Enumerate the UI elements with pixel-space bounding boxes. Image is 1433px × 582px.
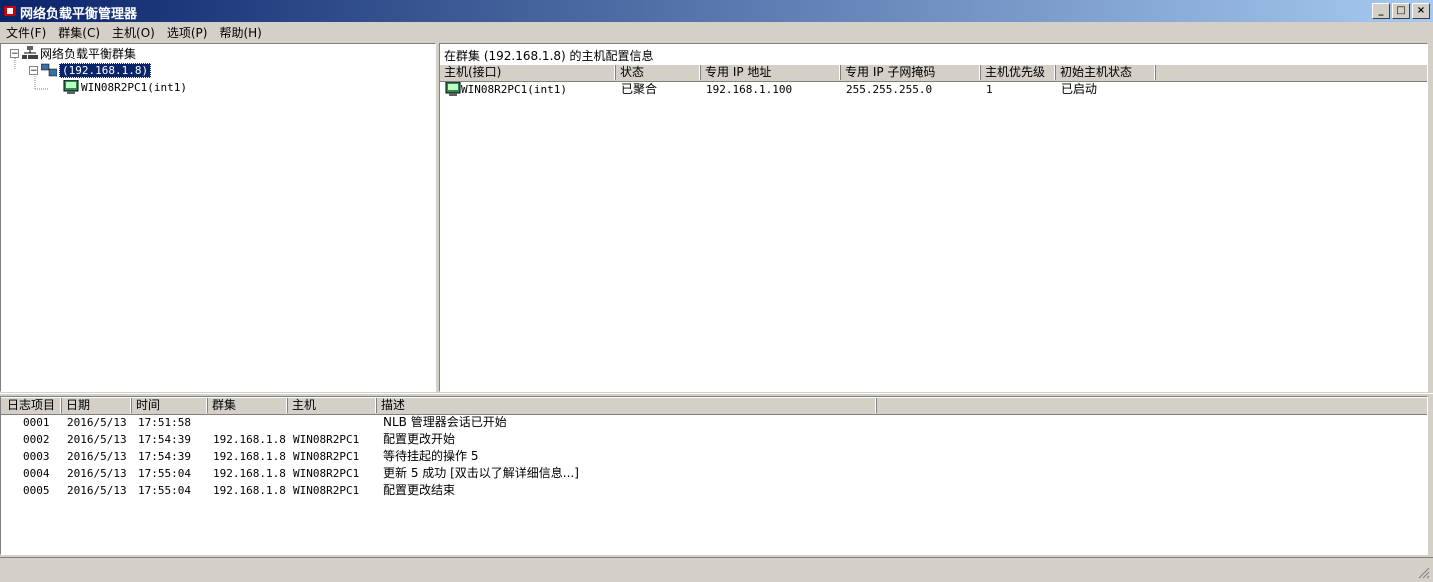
pane-splitter[interactable] xyxy=(0,393,1433,394)
menu-host[interactable]: 主机(O) xyxy=(106,22,161,42)
log-id: 0001 xyxy=(23,416,50,429)
collapse-icon[interactable]: − xyxy=(10,48,19,58)
log-time: 17:54:39 xyxy=(138,450,191,463)
cell-mask: 255.255.255.0 xyxy=(846,83,933,96)
log-date: 2016/5/13 xyxy=(67,467,127,480)
minimize-button[interactable]: _ xyxy=(1372,3,1390,19)
menu-file[interactable]: 文件(F) xyxy=(0,22,52,42)
host-computer-icon xyxy=(445,82,461,96)
nlb-app-icon xyxy=(4,6,16,16)
col-log-id[interactable]: 日志项目 xyxy=(3,398,62,413)
cell-ip: 192.168.1.100 xyxy=(706,83,793,96)
col-log-time[interactable]: 时间 xyxy=(132,398,208,413)
log-time: 17:55:04 xyxy=(138,484,191,497)
tree-cluster-item[interactable]: − (192.168.1.8) xyxy=(29,62,152,78)
cell-priority: 1 xyxy=(986,83,993,96)
close-button[interactable]: × xyxy=(1412,3,1430,19)
col-log-desc[interactable]: 描述 xyxy=(377,398,877,413)
log-date: 2016/5/13 xyxy=(67,433,127,446)
cluster-tree-pane[interactable]: − 网络负载平衡群集 − (192.168.1.8) WIN08R2PC1(in… xyxy=(0,43,436,392)
col-subnet-mask[interactable]: 专用 IP 子网掩码 xyxy=(841,65,981,80)
menu-bar: 文件(F) 群集(C) 主机(O) 选项(P) 帮助(H) xyxy=(0,22,1433,42)
maximize-button[interactable]: □ xyxy=(1392,3,1410,19)
log-cluster: 192.168.1.8 xyxy=(213,467,286,480)
col-log-host[interactable]: 主机 xyxy=(288,398,377,413)
log-host: WIN08R2PC1 xyxy=(293,450,360,463)
log-date: 2016/5/13 xyxy=(67,416,127,429)
log-pane[interactable]: 日志项目 日期 时间 群集 主机 描述 0001 2016/5/13 17:51… xyxy=(0,396,1428,555)
tree-root-item[interactable]: − 网络负载平衡群集 xyxy=(10,45,136,61)
log-desc: 配置更改开始 xyxy=(383,432,456,446)
menu-options[interactable]: 选项(P) xyxy=(161,22,214,42)
log-row[interactable]: 0005 2016/5/13 17:55:04 192.168.1.8 WIN0… xyxy=(1,483,1427,500)
log-desc: 更新 5 成功 [双击以了解详细信息...] xyxy=(383,466,579,480)
tree-host-item[interactable]: WIN08R2PC1(int1) xyxy=(63,79,187,95)
log-desc: NLB 管理器会话已开始 xyxy=(383,415,507,429)
status-bar xyxy=(0,557,1433,582)
log-cluster: 192.168.1.8 xyxy=(213,450,286,463)
tree-root-label: 网络负载平衡群集 xyxy=(40,46,137,61)
log-table-header: 日志项目 日期 时间 群集 主机 描述 xyxy=(1,398,1427,415)
cell-initial-state: 已启动 xyxy=(1061,82,1098,96)
tree-host-label: WIN08R2PC1(int1) xyxy=(81,80,187,94)
log-date: 2016/5/13 xyxy=(67,450,127,463)
title-bar: 网络负载平衡管理器 _ □ × xyxy=(0,0,1433,22)
log-time: 17:51:58 xyxy=(138,416,191,429)
cluster-network-icon xyxy=(22,46,38,59)
log-date: 2016/5/13 xyxy=(67,484,127,497)
log-id: 0002 xyxy=(23,433,50,446)
log-row[interactable]: 0003 2016/5/13 17:54:39 192.168.1.8 WIN0… xyxy=(1,449,1427,466)
host-computer-icon xyxy=(63,80,79,94)
log-id: 0004 xyxy=(23,467,50,480)
log-cluster: 192.168.1.8 xyxy=(213,484,286,497)
log-row[interactable]: 0004 2016/5/13 17:55:04 192.168.1.8 WIN0… xyxy=(1,466,1427,483)
log-time: 17:54:39 xyxy=(138,433,191,446)
detail-header: 在群集 (192.168.1.8) 的主机配置信息 xyxy=(444,49,654,63)
col-log-date[interactable]: 日期 xyxy=(62,398,132,413)
log-host: WIN08R2PC1 xyxy=(293,433,360,446)
host-config-pane[interactable]: 在群集 (192.168.1.8) 的主机配置信息 主机(接口) 状态 专用 I… xyxy=(439,43,1428,392)
col-dedicated-ip[interactable]: 专用 IP 地址 xyxy=(701,65,841,80)
window-title: 网络负载平衡管理器 xyxy=(20,7,138,22)
log-row[interactable]: 0001 2016/5/13 17:51:58 NLB 管理器会话已开始 xyxy=(1,415,1427,432)
host-table-header: 主机(接口) 状态 专用 IP 地址 专用 IP 子网掩码 主机优先级 初始主机… xyxy=(440,65,1427,82)
log-id: 0003 xyxy=(23,450,50,463)
col-status[interactable]: 状态 xyxy=(616,65,701,80)
log-cluster: 192.168.1.8 xyxy=(213,433,286,446)
log-host: WIN08R2PC1 xyxy=(293,467,360,480)
tree-cluster-label: (192.168.1.8) xyxy=(59,62,152,78)
resize-grip-icon[interactable] xyxy=(1418,567,1430,579)
log-host: WIN08R2PC1 xyxy=(293,484,360,497)
col-log-cluster[interactable]: 群集 xyxy=(208,398,288,413)
menu-help[interactable]: 帮助(H) xyxy=(213,22,267,42)
col-initial-state[interactable]: 初始主机状态 xyxy=(1056,65,1156,80)
log-time: 17:55:04 xyxy=(138,467,191,480)
log-row[interactable]: 0002 2016/5/13 17:54:39 192.168.1.8 WIN0… xyxy=(1,432,1427,449)
col-host-priority[interactable]: 主机优先级 xyxy=(981,65,1056,80)
cluster-icon xyxy=(41,63,57,77)
log-desc: 配置更改结束 xyxy=(383,483,456,497)
menu-cluster[interactable]: 群集(C) xyxy=(52,22,106,42)
cell-status: 已聚合 xyxy=(621,82,658,96)
col-host-interface[interactable]: 主机(接口) xyxy=(440,65,616,80)
table-row[interactable]: WIN08R2PC1(int1) 已聚合 192.168.1.100 255.2… xyxy=(440,82,1427,99)
collapse-icon[interactable]: − xyxy=(29,65,38,75)
log-id: 0005 xyxy=(23,484,50,497)
log-desc: 等待挂起的操作 5 xyxy=(383,449,479,463)
cell-host: WIN08R2PC1(int1) xyxy=(461,83,567,96)
